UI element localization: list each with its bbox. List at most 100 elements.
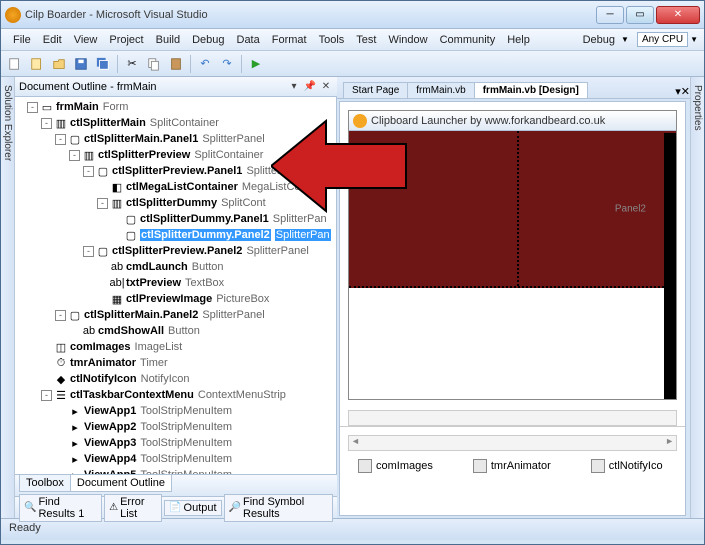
start-debug-icon[interactable]: ▶ — [246, 54, 266, 74]
tray-comimages[interactable]: comImages — [358, 459, 433, 473]
splitter-main-panel2[interactable] — [664, 133, 676, 399]
tree-node-ctlMegaListContainer[interactable]: ◧ctlMegaListContainerMegaListCon — [15, 179, 336, 195]
expand-icon[interactable]: - — [41, 118, 52, 129]
dropdown-icon[interactable]: ▾ — [287, 80, 301, 94]
tree-node-ctlNotifyIcon[interactable]: ◆ctlNotifyIconNotifyIcon — [15, 371, 336, 387]
open-icon[interactable] — [49, 54, 69, 74]
node-type: SplitterPanel — [202, 309, 264, 321]
menu-edit[interactable]: Edit — [37, 32, 68, 48]
tree-node-txtPreview[interactable]: ab|txtPreviewTextBox — [15, 275, 336, 291]
tab-toolbox[interactable]: Toolbox — [19, 475, 71, 492]
node-name: ctlPreviewImage — [126, 293, 212, 305]
splitter-preview-panel2[interactable] — [349, 288, 676, 399]
tree-node-ctlSplitterMain-Panel1[interactable]: -▢ctlSplitterMain.Panel1SplitterPanel — [15, 131, 336, 147]
solution-explorer-tab[interactable]: Solution Explorer — [2, 81, 13, 165]
pin-icon[interactable]: 📌 — [303, 80, 317, 94]
node-type: Button — [192, 261, 224, 273]
tree-node-ctlSplitterMain-Panel2[interactable]: -▢ctlSplitterMain.Panel2SplitterPanel — [15, 307, 336, 323]
properties-tab[interactable]: Properties — [692, 81, 703, 135]
tree-node-ctlTaskbarContextMenu[interactable]: -☰ctlTaskbarContextMenuContextMenuStrip — [15, 387, 336, 403]
tree-node-frmMain[interactable]: -▭frmMainForm — [15, 99, 336, 115]
new-project-icon[interactable] — [5, 54, 25, 74]
node-type: NotifyIcon — [141, 373, 190, 385]
node-name: ViewApp4 — [84, 453, 136, 465]
menu-data[interactable]: Data — [231, 32, 266, 48]
tray-tmranimator[interactable]: tmrAnimator — [473, 459, 551, 473]
expand-icon[interactable]: - — [83, 246, 94, 257]
splitter-preview-panel1[interactable]: Panel2 — [349, 131, 676, 288]
save-icon[interactable] — [71, 54, 91, 74]
tab-document-outline[interactable]: Document Outline — [70, 475, 172, 492]
copy-icon[interactable] — [144, 54, 164, 74]
minimize-button[interactable]: ─ — [596, 6, 624, 24]
node-name: cmdShowAll — [98, 325, 164, 337]
menu-build[interactable]: Build — [150, 32, 186, 48]
expand-icon[interactable]: - — [27, 102, 38, 113]
close-button[interactable]: ✕ — [656, 6, 700, 24]
tab-find-results[interactable]: 🔍Find Results 1 — [19, 494, 102, 522]
node-name: ctlSplitterPreview — [98, 149, 190, 161]
tree-node-ctlSplitterDummy-Panel1[interactable]: ▢ctlSplitterDummy.Panel1SplitterPan — [15, 211, 336, 227]
maximize-button[interactable]: ▭ — [626, 6, 654, 24]
tray-ctlnotifyicon[interactable]: ctlNotifyIco — [591, 459, 663, 473]
expand-icon[interactable]: - — [97, 198, 108, 209]
menu-help[interactable]: Help — [501, 32, 536, 48]
expand-icon[interactable]: - — [55, 134, 66, 145]
splitter-dummy-divider[interactable] — [349, 131, 519, 286]
mi-icon: ▸ — [68, 436, 82, 450]
menu-file[interactable]: File — [7, 32, 37, 48]
redo-icon[interactable]: ↷ — [217, 54, 237, 74]
designer-hscroll[interactable] — [348, 410, 677, 426]
menu-test[interactable]: Test — [350, 32, 382, 48]
close-panel-icon[interactable]: ✕ — [319, 80, 333, 94]
tree-node-ctlPreviewImage[interactable]: ▦ctlPreviewImagePictureBox — [15, 291, 336, 307]
undo-icon[interactable]: ↶ — [195, 54, 215, 74]
tree-node-ViewApp2[interactable]: ▸ViewApp2ToolStripMenuItem — [15, 419, 336, 435]
tree-node-ctlSplitterPreview[interactable]: -▥ctlSplitterPreviewSplitContainer — [15, 147, 336, 163]
tree-node-ctlSplitterPreview-Panel1[interactable]: -▢ctlSplitterPreview.Panel1SplitterPan — [15, 163, 336, 179]
node-name: ctlSplitterPreview.Panel1 — [112, 165, 242, 177]
outline-tree[interactable]: -▭frmMainForm-▥ctlSplitterMainSplitConta… — [15, 97, 337, 474]
platform-selector[interactable]: Any CPU — [637, 32, 688, 47]
form-canvas[interactable]: Clipboard Launcher by www.forkandbeard.c… — [348, 110, 677, 400]
menu-tools[interactable]: Tools — [313, 32, 351, 48]
menu-debug[interactable]: Debug — [186, 32, 230, 48]
tab-design[interactable]: frmMain.vb [Design] — [474, 82, 588, 98]
save-all-icon[interactable] — [93, 54, 113, 74]
tab-code[interactable]: frmMain.vb — [407, 82, 474, 98]
form-designer[interactable]: Clipboard Launcher by www.forkandbeard.c… — [339, 101, 686, 516]
tree-node-tmrAnimator[interactable]: ⏱tmrAnimatorTimer — [15, 355, 336, 371]
tab-output[interactable]: 📄Output — [164, 500, 221, 516]
tab-start-page[interactable]: Start Page — [343, 82, 408, 98]
panel-icon: ▢ — [124, 228, 138, 242]
menu-view[interactable]: View — [68, 32, 104, 48]
expand-icon[interactable]: - — [41, 390, 52, 401]
tree-node-ctlSplitterDummy-Panel2[interactable]: ▢ctlSplitterDummy.Panel2SplitterPan — [15, 227, 336, 243]
solution-config[interactable]: Debug — [577, 32, 621, 48]
expand-icon[interactable]: - — [69, 150, 80, 161]
tree-node-ctlSplitterMain[interactable]: -▥ctlSplitterMainSplitContainer — [15, 115, 336, 131]
menu-project[interactable]: Project — [103, 32, 149, 48]
tree-node-ctlSplitterDummy[interactable]: -▥ctlSplitterDummySplitCont — [15, 195, 336, 211]
tabs-close-icon[interactable]: ✕ — [681, 85, 690, 98]
expand-icon[interactable]: - — [55, 310, 66, 321]
paste-icon[interactable] — [166, 54, 186, 74]
tab-error-list[interactable]: ⚠Error List — [104, 494, 162, 522]
tree-node-ViewApp1[interactable]: ▸ViewApp1ToolStripMenuItem — [15, 403, 336, 419]
tree-node-ctlSplitterPreview-Panel2[interactable]: -▢ctlSplitterPreview.Panel2SplitterPanel — [15, 243, 336, 259]
node-type: SplitContainer — [194, 149, 263, 161]
tree-node-ViewApp4[interactable]: ▸ViewApp4ToolStripMenuItem — [15, 451, 336, 467]
menu-community[interactable]: Community — [434, 32, 502, 48]
tree-node-cmdShowAll[interactable]: abcmdShowAllButton — [15, 323, 336, 339]
tree-node-cmdLaunch[interactable]: abcmdLaunchButton — [15, 259, 336, 275]
tray-scrollbar[interactable] — [348, 435, 677, 451]
tree-node-comImages[interactable]: ◫comImagesImageList — [15, 339, 336, 355]
cut-icon[interactable]: ✂ — [122, 54, 142, 74]
tree-node-ViewApp5[interactable]: ▸ViewApp5ToolStripMenuItem — [15, 467, 336, 474]
expand-icon[interactable]: - — [83, 166, 94, 177]
add-item-icon[interactable] — [27, 54, 47, 74]
menu-window[interactable]: Window — [382, 32, 433, 48]
menu-format[interactable]: Format — [266, 32, 313, 48]
tree-node-ViewApp3[interactable]: ▸ViewApp3ToolStripMenuItem — [15, 435, 336, 451]
tab-find-symbol[interactable]: 🔎Find Symbol Results — [224, 494, 333, 522]
